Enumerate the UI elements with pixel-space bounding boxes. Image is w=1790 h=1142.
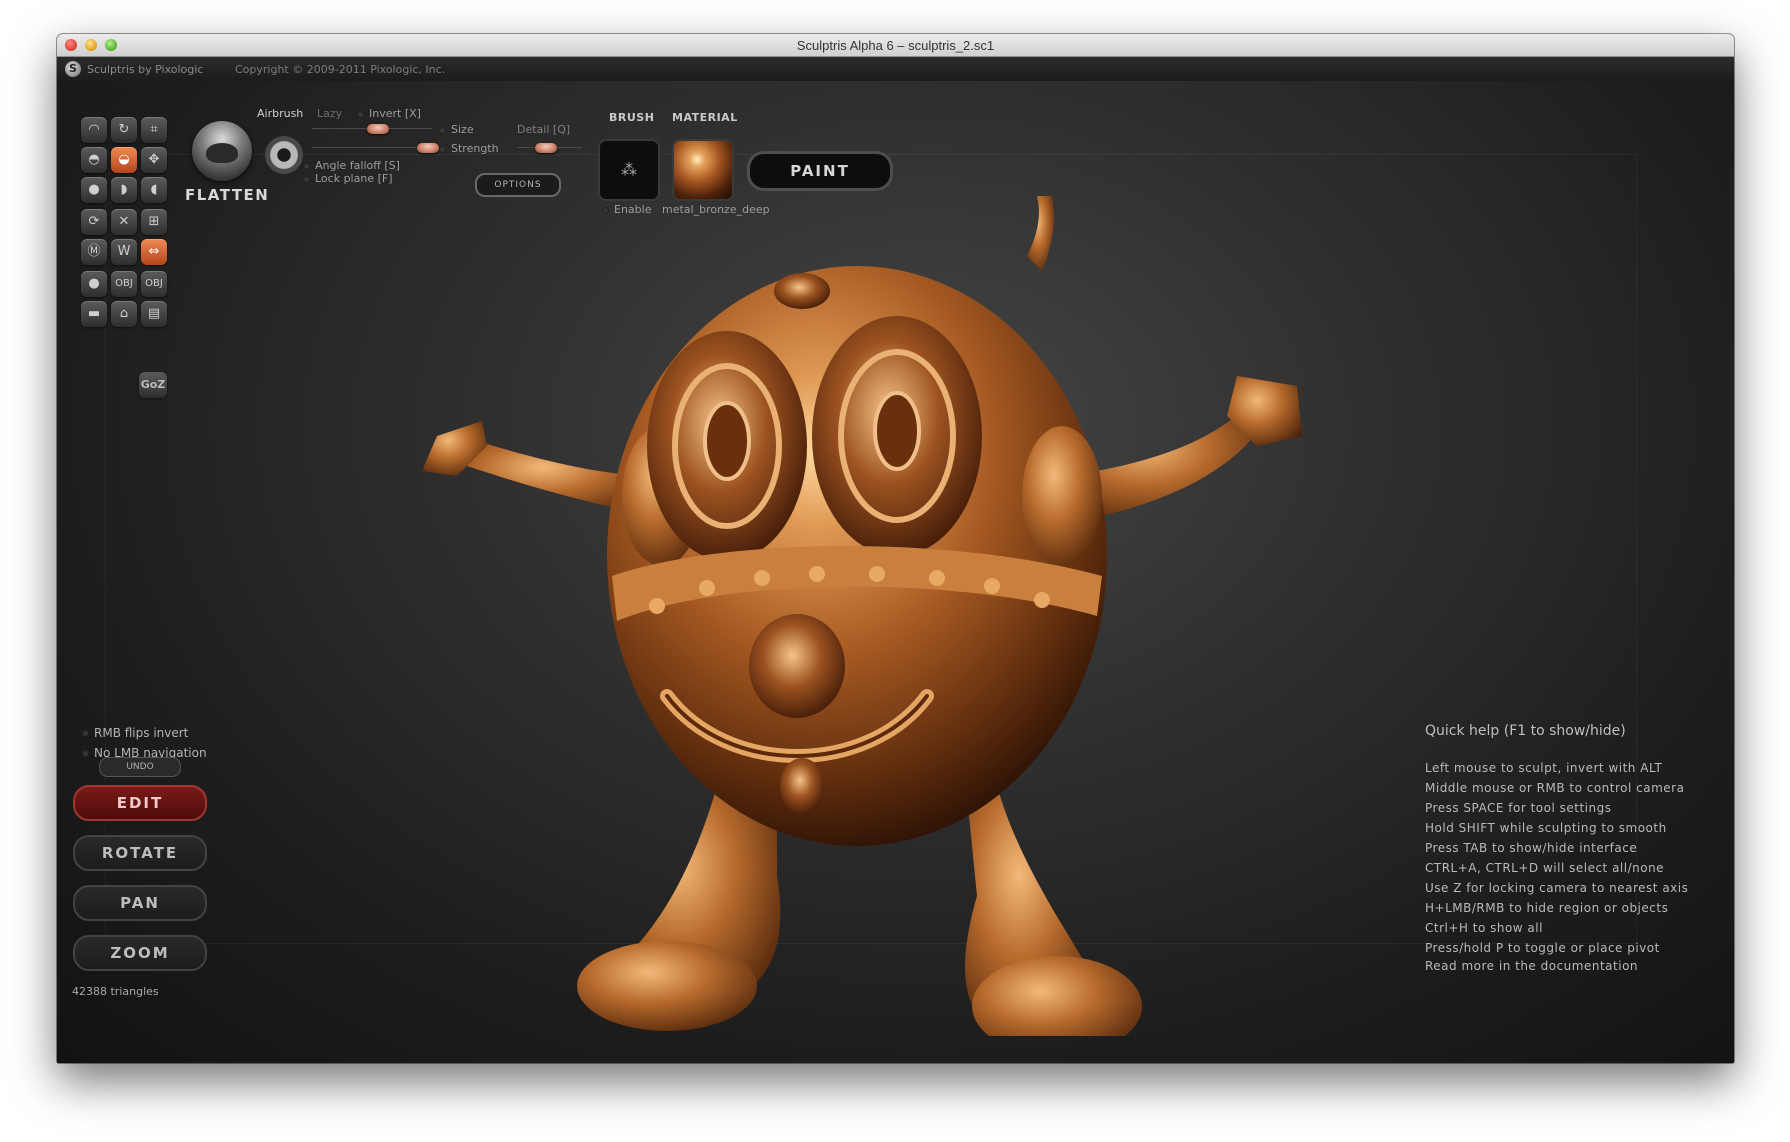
help-line: Hold SHIFT while sculpting to smooth	[1425, 821, 1667, 835]
symmetry-tool-button[interactable]: ⇔	[141, 239, 167, 265]
enable-radio[interactable]	[602, 206, 609, 214]
sculptris-logo-icon: S	[65, 61, 81, 77]
material-preview-button[interactable]	[672, 139, 734, 201]
file-tools-group: ● OBJ OBJ ▬ ⌂ ▤	[81, 271, 167, 327]
crease-tool-button[interactable]: ◗	[111, 177, 137, 203]
help-line: Left mouse to sculpt, invert with ALT	[1425, 761, 1663, 775]
detail-label: Detail [Q]	[517, 123, 571, 136]
rotate-tool-button[interactable]: ↻	[111, 117, 137, 143]
rmb-flips-invert-option[interactable]: RMB flips invert	[82, 726, 188, 740]
options-button[interactable]: OPTIONS	[475, 173, 561, 197]
mesh-tools-group: ⟳ ✕ ⊞ Ⓜ W ⇔	[81, 209, 167, 265]
flatten-tool-button[interactable]: ◒	[111, 147, 137, 173]
smooth-tool-button[interactable]: ⟳	[81, 209, 107, 235]
lock-plane-radio[interactable]	[303, 175, 310, 183]
documentation-link[interactable]: Read more in the documentation	[1425, 959, 1638, 973]
mask-tool-button[interactable]: Ⓜ	[81, 239, 107, 265]
lazy-slider-knob[interactable]	[367, 124, 389, 134]
sculpt-tools-group: ◠ ↻ ⌗ ◓ ◒ ✥ ● ◗ ◖	[81, 117, 167, 203]
app-window: Sculptris Alpha 6 – sculptris_2.sc1 S Sc…	[57, 34, 1734, 1063]
sculpt-viewport[interactable]: ◠ ↻ ⌗ ◓ ◒ ✥ ● ◗ ◖ ⟳ ✕ ⊞ Ⓜ W ⇔ ● OBJ OBJ …	[57, 81, 1734, 1063]
angle-falloff-option[interactable]: Angle falloff [S]	[303, 159, 400, 172]
size-label: Size	[451, 123, 474, 136]
size-slider-knob[interactable]	[417, 143, 439, 153]
lazy-label[interactable]: Lazy	[317, 107, 342, 120]
app-header: S Sculptris by Pixologic Copyright © 200…	[57, 57, 1734, 81]
airbrush-toggle-icon[interactable]	[265, 136, 303, 174]
move-tool-button[interactable]: ✥	[141, 147, 167, 173]
quick-help-list: Left mouse to sculpt, invert with ALT Mi…	[1425, 758, 1688, 958]
help-line: Press TAB to show/hide interface	[1425, 841, 1638, 855]
angle-falloff-label: Angle falloff [S]	[315, 159, 400, 172]
invert-radio[interactable]	[357, 110, 364, 118]
bronze-sculpture-model[interactable]	[397, 176, 1337, 1036]
material-name: metal_bronze_deep	[662, 203, 770, 216]
goz-button[interactable]: GoZ	[139, 372, 167, 398]
new-plane-button[interactable]: ▬	[81, 301, 107, 327]
current-tool-name: FLATTEN	[185, 186, 270, 204]
size-slider-track[interactable]	[312, 147, 432, 148]
help-line: CTRL+A, CTRL+D will select all/none	[1425, 861, 1665, 875]
export-obj-button[interactable]: OBJ	[141, 271, 167, 297]
help-line: Use Z for locking camera to nearest axis	[1425, 881, 1689, 895]
size-option: Size	[439, 123, 474, 136]
detail-slider-knob[interactable]	[535, 143, 557, 153]
save-file-button[interactable]: ▤	[141, 301, 167, 327]
app-name: Sculptris by Pixologic	[87, 63, 204, 76]
draw-tool-button[interactable]: ◠	[81, 117, 107, 143]
copyright: Copyright © 2009-2011 Pixologic, Inc.	[235, 63, 446, 76]
grab-tool-button[interactable]: ●	[81, 177, 107, 203]
material-heading: MATERIAL	[672, 111, 738, 124]
brush-heading: BRUSH	[609, 111, 655, 124]
open-file-button[interactable]: ⌂	[111, 301, 137, 327]
reduce-tool-button[interactable]: ✕	[111, 209, 137, 235]
title-bar: Sculptris Alpha 6 – sculptris_2.sc1	[57, 34, 1734, 57]
import-obj-button[interactable]: OBJ	[111, 271, 137, 297]
strength-label: Strength	[451, 142, 499, 155]
help-line: Middle mouse or RMB to control camera	[1425, 781, 1685, 795]
help-line: H+LMB/RMB to hide region or objects	[1425, 901, 1669, 915]
wireframe-tool-button[interactable]: W	[111, 239, 137, 265]
rotate-mode-button[interactable]: ROTATE	[73, 835, 207, 871]
invert-option[interactable]: Invert [X]	[357, 107, 421, 120]
strength-radio[interactable]	[439, 145, 446, 153]
triangle-count: 42388 triangles	[72, 985, 159, 998]
lock-plane-option[interactable]: Lock plane [F]	[303, 172, 393, 185]
rmb-flips-invert-radio[interactable]	[82, 730, 89, 737]
quick-help-title: Quick help (F1 to show/hide)	[1425, 723, 1626, 739]
brush-preview-icon[interactable]	[192, 121, 252, 181]
zoom-mode-button[interactable]: ZOOM	[73, 935, 207, 971]
edit-mode-button[interactable]: EDIT	[73, 785, 207, 821]
help-line: Press/hold P to toggle or place pivot	[1425, 941, 1660, 955]
enable-option[interactable]: Enable	[602, 203, 651, 216]
subdivide-tool-button[interactable]: ⊞	[141, 209, 167, 235]
rmb-flips-invert-label: RMB flips invert	[94, 726, 189, 740]
help-line: Press SPACE for tool settings	[1425, 801, 1612, 815]
undo-button[interactable]: UNDO	[99, 757, 181, 777]
enable-label: Enable	[614, 203, 652, 216]
brush-alpha-icon: ⁂	[621, 160, 637, 179]
no-lmb-navigation-radio[interactable]	[82, 750, 89, 757]
angle-falloff-radio[interactable]	[303, 162, 310, 170]
invert-label: Invert [X]	[369, 107, 421, 120]
window-title: Sculptris Alpha 6 – sculptris_2.sc1	[796, 38, 995, 53]
new-sphere-button[interactable]: ●	[81, 271, 107, 297]
lock-plane-label: Lock plane [F]	[315, 172, 393, 185]
airbrush-label[interactable]: Airbrush	[257, 107, 303, 120]
strength-option: Strength	[439, 142, 499, 155]
pan-mode-button[interactable]: PAN	[73, 885, 207, 921]
help-line: Ctrl+H to show all	[1425, 921, 1543, 935]
inflate-tool-button[interactable]: ◓	[81, 147, 107, 173]
crop-tool-button[interactable]: ⌗	[141, 117, 167, 143]
pinch-tool-button[interactable]: ◖	[141, 177, 167, 203]
size-radio[interactable]	[439, 126, 446, 134]
brush-alpha-button[interactable]: ⁂	[598, 139, 660, 201]
paint-button[interactable]: PAINT	[747, 151, 893, 191]
